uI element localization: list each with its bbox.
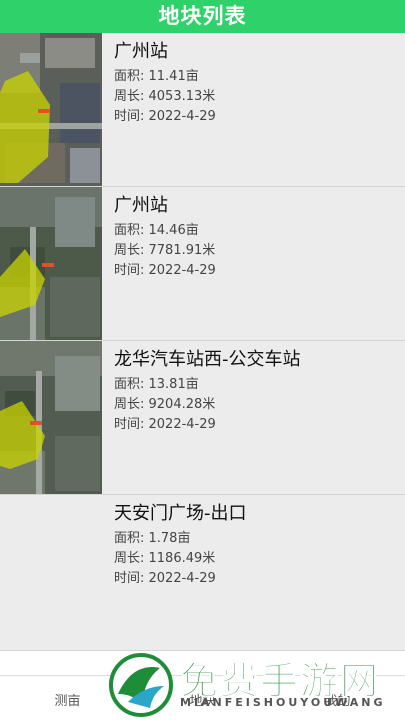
- plot-name: 龙华汽车站西-公交车站: [114, 349, 301, 370]
- plot-perimeter: 周长: 1186.49米: [114, 551, 216, 566]
- page-title: 地块列表: [0, 0, 405, 33]
- plot-name: 广州站: [114, 41, 168, 62]
- plot-area: 面积: 11.41亩: [114, 69, 199, 84]
- list-item[interactable]: 广州站 面积: 11.41亩 周长: 4053.13米 时间: 2022-4-2…: [0, 33, 405, 187]
- watermark-subtext: MIANFEISHOUYOUWANG: [180, 696, 386, 709]
- plot-time: 时间: 2022-4-29: [114, 109, 216, 124]
- plot-perimeter: 周长: 9204.28米: [114, 397, 216, 412]
- plot-area: 面积: 13.81亩: [114, 377, 199, 392]
- satellite-thumbnail: [0, 341, 102, 494]
- satellite-thumbnail: [0, 187, 102, 340]
- plot-time: 时间: 2022-4-29: [114, 417, 216, 432]
- plot-name: 广州站: [114, 195, 168, 216]
- list-item[interactable]: 天安门广场-出口 面积: 1.78亩 周长: 1186.49米 时间: 2022…: [0, 495, 405, 651]
- plot-perimeter: 周长: 4053.13米: [114, 89, 216, 104]
- plot-area: 面积: 14.46亩: [114, 223, 199, 238]
- list-item[interactable]: 广州站 面积: 14.46亩 周长: 7781.91米 时间: 2022-4-2…: [0, 187, 405, 341]
- plot-time: 时间: 2022-4-29: [114, 263, 216, 278]
- satellite-thumbnail: [0, 33, 102, 186]
- plot-time: 时间: 2022-4-29: [114, 571, 216, 586]
- plot-perimeter: 周长: 7781.91米: [114, 243, 216, 258]
- watermark-logo-icon: [109, 653, 173, 717]
- plot-area: 面积: 1.78亩: [114, 531, 191, 546]
- plot-name: 天安门广场-出口: [114, 503, 247, 524]
- list-item[interactable]: 龙华汽车站西-公交车站 面积: 13.81亩 周长: 9204.28米 时间: …: [0, 341, 405, 495]
- watermark: 免费手游网 MIANFEISHOUYOUWANG: [108, 648, 403, 720]
- plot-list: 广州站 面积: 11.41亩 周长: 4053.13米 时间: 2022-4-2…: [0, 33, 405, 651]
